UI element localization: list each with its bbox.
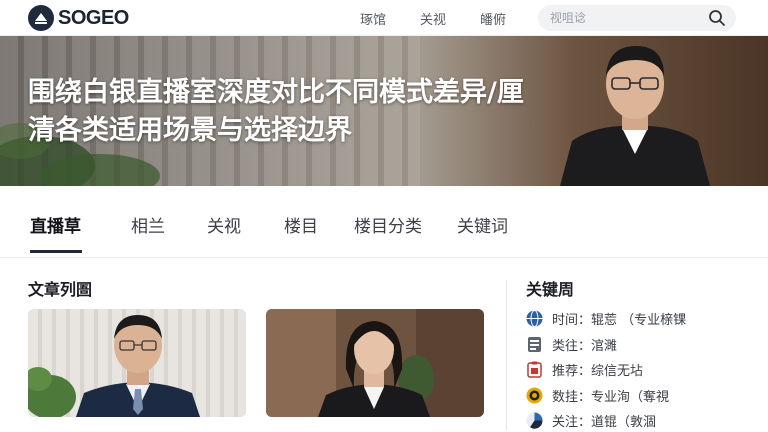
keyword-label: 时间：辊莣 （专业榇锞: [552, 313, 687, 329]
tab-keywords[interactable]: 关键词: [457, 212, 508, 237]
keyword-item-recommend[interactable]: 推荐：综信无坫: [526, 357, 756, 383]
article-card-2[interactable]: [266, 309, 484, 417]
nav-item-1[interactable]: 琢馆: [360, 9, 386, 28]
keyword-item-time[interactable]: 时间：辊莣 （专业榇锞: [526, 306, 756, 332]
clipboard-icon: [527, 361, 542, 378]
keyword-label: 关注：道锟（敦涸: [552, 415, 657, 431]
tab-live[interactable]: 直播草: [30, 212, 81, 237]
keyword-item-data[interactable]: 数挂：专业洵（奪視: [526, 383, 756, 409]
search-box: [538, 5, 736, 31]
category-tabs: 直播草 相兰 关视 楼目 楼目分类 关键词: [0, 186, 768, 258]
keyword-label: 推荐：综信无坫: [552, 364, 644, 380]
keyword-label: 类往：涫濉: [552, 338, 618, 354]
keyword-label: 数挂：专业洵（奪視: [552, 389, 670, 405]
tab-view[interactable]: 关视: [207, 212, 241, 237]
search-icon[interactable]: [708, 9, 726, 27]
nav-item-2[interactable]: 关视: [420, 9, 446, 28]
hero-title: 围绕白银直播室深度对比不同模式差异/厘清各类适用场景与选择边界: [28, 77, 524, 146]
active-tab-indicator: [30, 250, 82, 253]
column-divider: [506, 280, 507, 430]
site-logo[interactable]: SOGEO: [28, 5, 129, 31]
article-image-1: [28, 309, 246, 417]
nav-item-3[interactable]: 皤俯: [480, 9, 506, 28]
hero-banner[interactable]: 围绕白银直播室深度对比不同模式差异/厘清各类适用场景与选择边界: [0, 36, 768, 186]
top-header: SOGEO 琢馆 关视 皤俯: [0, 0, 768, 36]
coin-icon: [526, 387, 543, 404]
logo-mark-icon: [28, 5, 54, 31]
top-nav: 琢馆 关视 皤俯: [360, 0, 540, 36]
tab-related[interactable]: 相兰: [131, 212, 165, 237]
hero-person-image: [560, 46, 710, 186]
article-image-2: [266, 309, 484, 417]
globe-icon: [526, 310, 543, 328]
article-list-title: 文章列圄: [28, 280, 93, 299]
article-card-1[interactable]: [28, 309, 246, 417]
tab-catalog-category[interactable]: 楼目分类: [354, 212, 422, 237]
keywords-title: 关键周: [526, 280, 575, 299]
keyword-item-type[interactable]: 类往：涫濉: [526, 332, 756, 358]
tab-catalog[interactable]: 楼目: [284, 212, 318, 237]
keywords-list: 时间：辊莣 （专业榇锞 类往：涫濉 推荐：综信无坫 数挂：专业洵（奪視 关注：道…: [526, 306, 756, 432]
document-icon: [528, 336, 541, 352]
search-input[interactable]: [550, 11, 700, 25]
brand-name: SOGEO: [58, 6, 129, 29]
keyword-item-follow[interactable]: 关注：道锟（敦涸: [526, 408, 756, 432]
pie-icon: [526, 412, 543, 429]
